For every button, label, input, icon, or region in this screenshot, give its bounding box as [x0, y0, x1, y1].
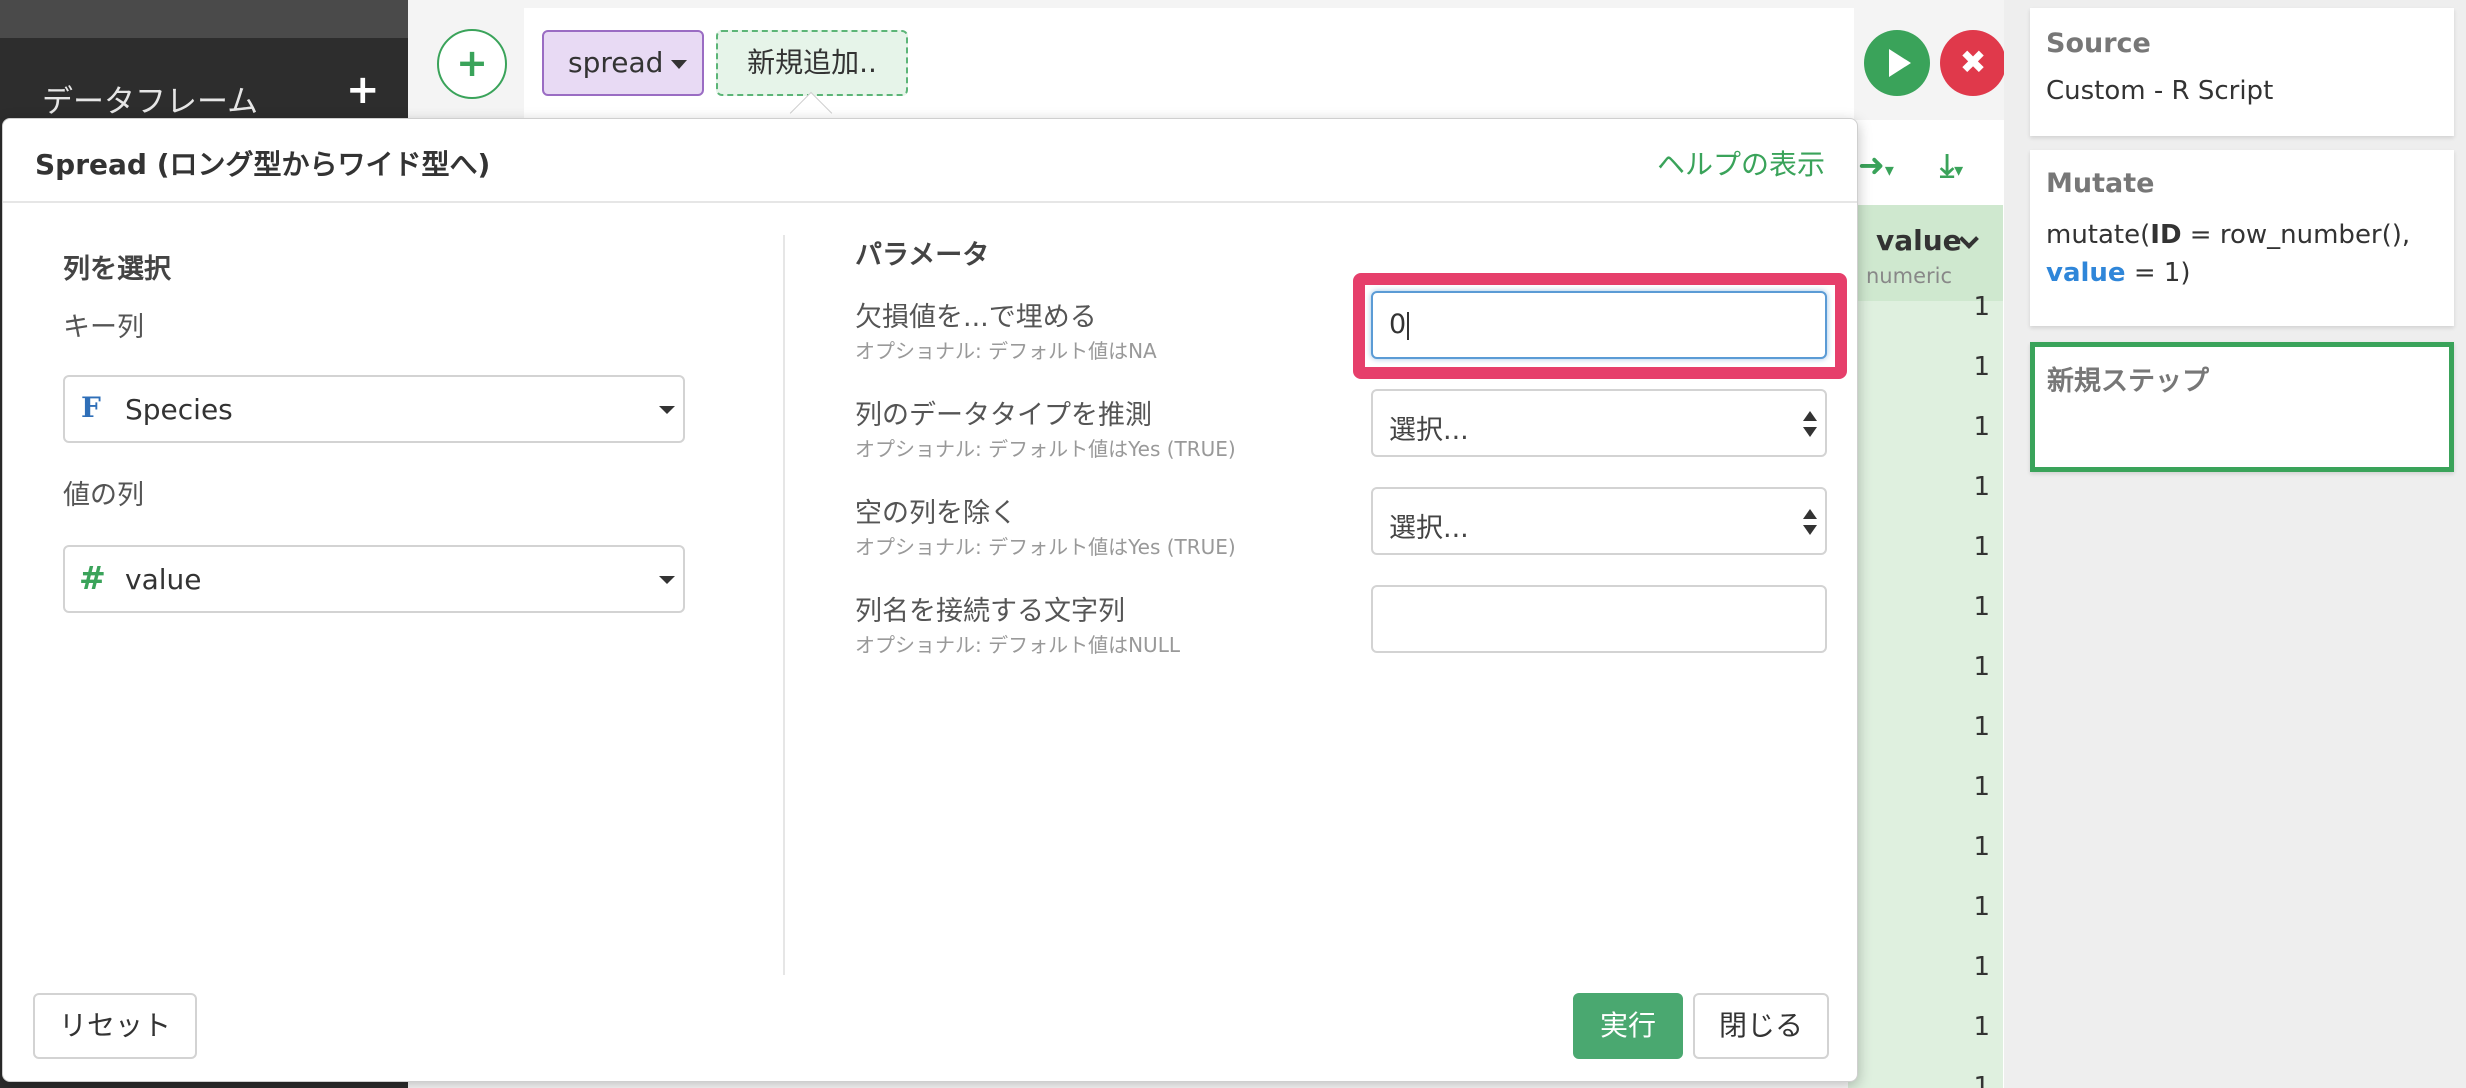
history-card-new-step[interactable]: 新規ステップ	[2030, 342, 2454, 472]
fill-input[interactable]: 0	[1371, 291, 1827, 359]
dialog-title: Spread (ロング型からワイド型へ)	[35, 148, 491, 181]
arrow-right-icon[interactable]: ➜▾	[1858, 146, 1894, 184]
value-cell: 1	[1973, 652, 1990, 682]
plus-circle-icon[interactable]: +	[437, 29, 507, 99]
fill-value: 0	[1389, 309, 1410, 340]
value-column-label: 値の列	[63, 480, 144, 511]
play-icon[interactable]	[1864, 30, 1930, 96]
column-header-name: value	[1876, 224, 1962, 257]
key-column-label: キー列	[63, 312, 144, 343]
spread-dialog: Spread (ロング型からワイド型へ) ヘルプの表示 列を選択 キー列 F S…	[2, 118, 1858, 1082]
value-cell: 1	[1973, 1072, 1990, 1088]
code-text: mutate(	[2046, 220, 2151, 250]
value-cell: 1	[1973, 772, 1990, 802]
value-cell: 1	[1973, 892, 1990, 922]
parameters-heading: パラメータ	[855, 240, 990, 271]
step-chip-spread[interactable]: spread	[542, 30, 704, 96]
updown-arrows-icon	[1803, 411, 1817, 439]
plus-icon[interactable]: +	[346, 70, 380, 110]
card-body: Custom - R Script	[2046, 76, 2274, 106]
value-cell: 1	[1973, 592, 1990, 622]
drop-value: 選択...	[1389, 513, 1469, 544]
sidebar-top-bar	[0, 0, 408, 38]
select-columns-heading: 列を選択	[63, 254, 171, 285]
key-column-value: Species	[125, 393, 233, 426]
convert-value: 選択...	[1389, 415, 1469, 446]
caret-down-icon	[659, 406, 675, 414]
step-chip-label: spread	[568, 46, 664, 79]
drop-label: 空の列を除く	[855, 498, 1017, 529]
value-cell: 1	[1973, 832, 1990, 862]
convert-select[interactable]: 選択...	[1371, 389, 1827, 457]
reset-button[interactable]: リセット	[33, 993, 197, 1059]
code-text: = 1)	[2125, 258, 2191, 288]
value-cell: 1	[1973, 532, 1990, 562]
updown-arrows-icon	[1803, 509, 1817, 537]
code-bold: ID	[2150, 220, 2182, 250]
caret-down-icon	[659, 576, 675, 584]
fill-value-text: 0	[1389, 309, 1407, 340]
code-highlight: value	[2046, 258, 2126, 288]
sep-input[interactable]	[1371, 585, 1827, 653]
value-cell: 1	[1973, 1012, 1990, 1042]
fill-label: 欠損値を...で埋める	[855, 302, 1097, 333]
column-header-type: numeric	[1866, 264, 1953, 288]
close-button[interactable]: 閉じる	[1693, 993, 1829, 1059]
card-body: mutate(ID = row_number(), value = 1)	[2046, 216, 2410, 292]
value-cell: 1	[1973, 472, 1990, 502]
card-title: Mutate	[2046, 168, 2155, 199]
value-column-value: value	[125, 563, 202, 596]
fill-sub: オプショナル: デフォルト値はNA	[855, 339, 1157, 363]
code-text: = row_number(),	[2181, 220, 2411, 250]
value-cell: 1	[1973, 412, 1990, 442]
history-card-mutate[interactable]: Mutate mutate(ID = row_number(), value =…	[2030, 150, 2454, 326]
factor-type-icon: F	[81, 391, 101, 424]
key-column-select[interactable]: F Species	[63, 375, 685, 443]
convert-label: 列のデータタイプを推測	[855, 400, 1152, 431]
value-cell: 1	[1973, 712, 1990, 742]
numeric-type-icon: #	[79, 559, 106, 597]
help-link[interactable]: ヘルプの表示	[1657, 143, 1825, 183]
sep-sub: オプショナル: デフォルト値はNULL	[855, 633, 1180, 657]
drop-sub: オプショナル: デフォルト値はYes (TRUE)	[855, 535, 1236, 559]
text-cursor	[1407, 311, 1410, 340]
history-card-source[interactable]: Source Custom - R Script	[2030, 8, 2454, 136]
dialog-divider	[3, 201, 1857, 203]
value-cell: 1	[1973, 292, 1990, 322]
step-chip-new[interactable]: 新規追加..	[716, 30, 908, 96]
card-title: 新規ステップ	[2047, 366, 2209, 397]
drop-select[interactable]: 選択...	[1371, 487, 1827, 555]
value-cell: 1	[1973, 952, 1990, 982]
run-button[interactable]: 実行	[1573, 993, 1683, 1059]
download-icon[interactable]: ⤓▾	[1940, 146, 1963, 185]
value-cell: 1	[1973, 352, 1990, 382]
sidebar-title: データフレーム	[42, 84, 259, 120]
close-icon[interactable]: ✖	[1940, 30, 2006, 96]
column-divider	[783, 235, 785, 975]
caret-down-icon	[671, 59, 688, 69]
sep-label: 列名を接続する文字列	[855, 596, 1125, 627]
value-column-select[interactable]: # value	[63, 545, 685, 613]
convert-sub: オプショナル: デフォルト値はYes (TRUE)	[855, 437, 1236, 461]
card-title: Source	[2046, 28, 2151, 59]
